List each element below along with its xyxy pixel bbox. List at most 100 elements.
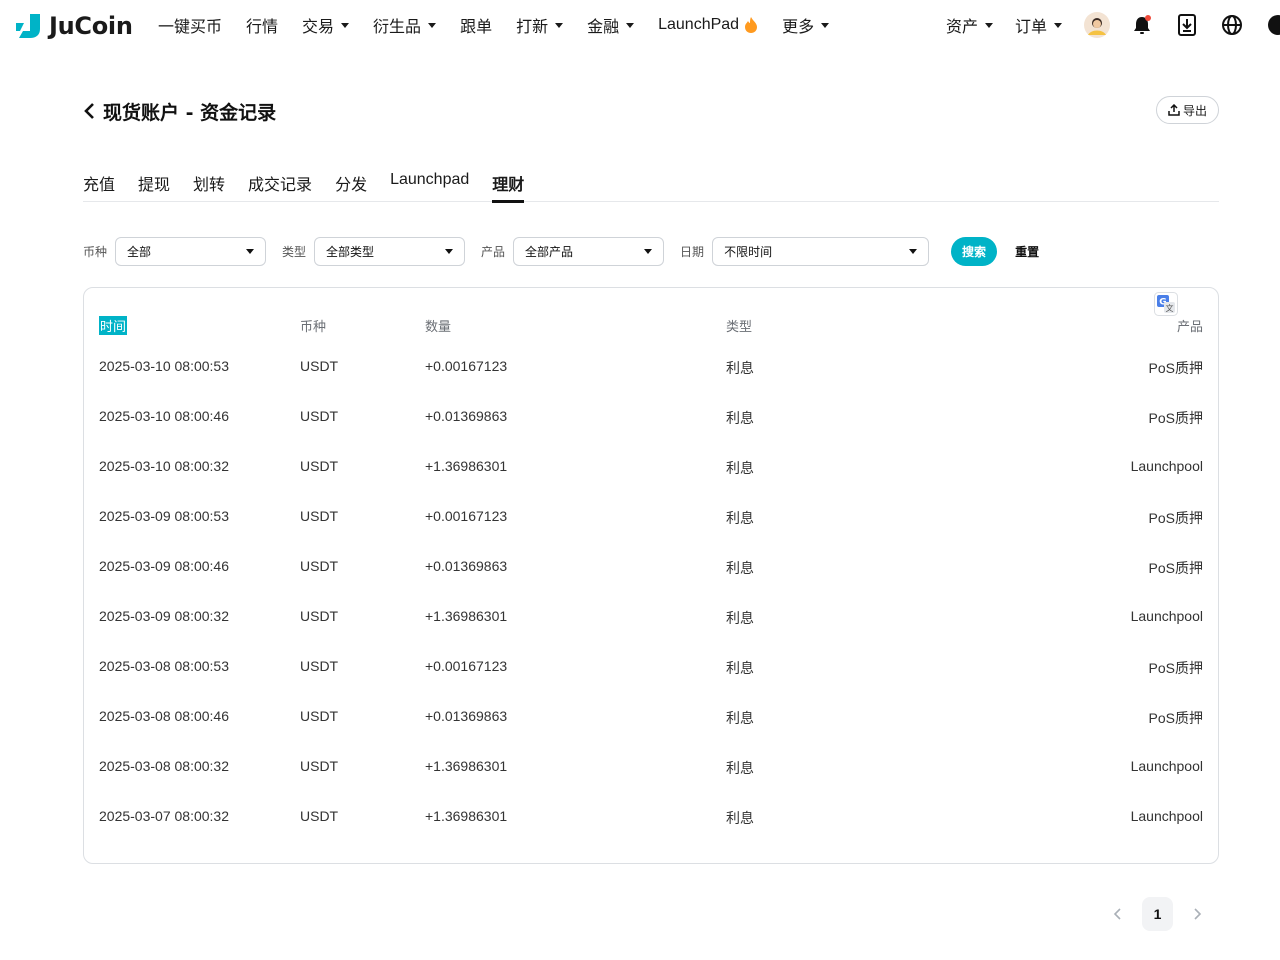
avatar-icon bbox=[1084, 12, 1110, 38]
product-filter-label: 产品 bbox=[481, 244, 506, 259]
table-row: 2025-03-08 08:00:46 USDT +0.01369863 利息 PoS质… bbox=[84, 708, 1218, 758]
coin-select-value: 全部 bbox=[127, 244, 152, 259]
cell-amount: +1.36986301 bbox=[425, 608, 508, 624]
cell-coin: USDT bbox=[300, 608, 339, 624]
nav-item-6[interactable]: 金融 bbox=[587, 13, 635, 37]
cell-amount: +1.36986301 bbox=[425, 758, 508, 774]
cell-coin: USDT bbox=[300, 508, 339, 524]
nav-orders-label: 订单 bbox=[1014, 19, 1047, 36]
tab-5[interactable]: Launchpad bbox=[390, 162, 469, 202]
prev-page-button[interactable] bbox=[1108, 904, 1128, 924]
coin-select[interactable]: 全部 bbox=[115, 236, 267, 266]
next-page-button[interactable] bbox=[1187, 904, 1207, 924]
filter-bar: 币种 全部 类型 全部类型 产品 全部产品 日期 不限时间 搜索 重置 bbox=[83, 236, 1039, 266]
cell-time: 2025-03-09 08:00:32 bbox=[99, 608, 229, 624]
nav-item-label: 金融 bbox=[587, 19, 620, 36]
cell-time: 2025-03-09 08:00:46 bbox=[99, 558, 229, 574]
table-row: 2025-03-08 08:00:32 USDT +1.36986301 利息 Laun… bbox=[84, 758, 1218, 808]
nav-right: 资产 订单 bbox=[946, 0, 1280, 50]
nav-item-label: 跟单 bbox=[460, 19, 493, 36]
avatar[interactable] bbox=[1084, 12, 1110, 38]
nav-item-label: 打新 bbox=[516, 19, 549, 36]
cell-amount: +0.01369863 bbox=[425, 408, 508, 424]
tab-1[interactable]: 提现 bbox=[138, 162, 170, 202]
nav-item-1[interactable]: 行情 bbox=[246, 13, 278, 37]
nav-assets-label: 资产 bbox=[945, 19, 978, 36]
nav-item-label: 衍生品 bbox=[373, 19, 422, 36]
table-row: 2025-03-07 08:00:32 USDT +1.36986301 利息 Laun… bbox=[84, 808, 1218, 858]
cell-product: Launchpool bbox=[1130, 808, 1203, 824]
cell-amount: +1.36986301 bbox=[425, 808, 508, 824]
cell-coin: USDT bbox=[300, 758, 339, 774]
cell-coin: USDT bbox=[300, 358, 339, 374]
translate-icon[interactable]: G 文 bbox=[1154, 292, 1178, 316]
column-header-product[interactable]: 产品 bbox=[1177, 316, 1203, 335]
nav-item-5[interactable]: 打新 bbox=[516, 13, 564, 37]
column-header-type[interactable]: 类型 bbox=[726, 316, 752, 335]
export-button[interactable]: 导出 bbox=[1156, 96, 1219, 124]
column-header-amount[interactable]: 数量 bbox=[425, 316, 451, 335]
cell-amount: +0.00167123 bbox=[425, 658, 508, 674]
tab-3[interactable]: 成交记录 bbox=[248, 162, 312, 202]
nav-item-2[interactable]: 交易 bbox=[302, 13, 350, 37]
cell-time: 2025-03-09 08:00:53 bbox=[99, 508, 229, 524]
cell-time: 2025-03-08 08:00:46 bbox=[99, 708, 229, 724]
date-filter-label: 日期 bbox=[680, 244, 705, 259]
date-select[interactable]: 不限时间 bbox=[712, 236, 930, 266]
nav-item-label: 更多 bbox=[782, 19, 815, 36]
cell-type: 利息 bbox=[726, 360, 754, 376]
nav-orders[interactable]: 订单 bbox=[1015, 13, 1062, 37]
cell-time: 2025-03-10 08:00:53 bbox=[99, 358, 229, 374]
flame-icon bbox=[745, 17, 758, 33]
cell-product: PoS质押 bbox=[1148, 360, 1203, 376]
column-header-coin[interactable]: 币种 bbox=[300, 316, 326, 335]
nav-item-3[interactable]: 衍生品 bbox=[373, 13, 437, 37]
product-select-value: 全部产品 bbox=[525, 244, 574, 259]
nav-item-0[interactable]: 一键买币 bbox=[158, 13, 222, 37]
cell-type: 利息 bbox=[726, 660, 754, 676]
cell-product: PoS质押 bbox=[1148, 560, 1203, 576]
cell-product: Launchpool bbox=[1130, 608, 1203, 624]
search-button[interactable]: 搜索 bbox=[951, 236, 998, 266]
column-header-time[interactable]: 时间 bbox=[99, 316, 128, 335]
caret-down-icon bbox=[909, 248, 918, 254]
tab-0[interactable]: 充值 bbox=[83, 162, 115, 202]
cell-time: 2025-03-10 08:00:32 bbox=[99, 458, 229, 474]
table-row: 2025-03-09 08:00:32 USDT +1.36986301 利息 Laun… bbox=[84, 608, 1218, 658]
chevron-right-icon bbox=[1194, 908, 1202, 920]
cell-amount: +0.01369863 bbox=[425, 558, 508, 574]
type-select[interactable]: 全部类型 bbox=[314, 236, 466, 266]
nav-item-label: 交易 bbox=[302, 19, 335, 36]
page-number-current[interactable]: 1 bbox=[1142, 897, 1173, 931]
tab-4[interactable]: 分发 bbox=[335, 162, 367, 202]
globe-icon[interactable] bbox=[1219, 12, 1245, 38]
chevron-down-icon bbox=[626, 22, 635, 28]
cell-time: 2025-03-08 08:00:53 bbox=[99, 658, 229, 674]
notification-bell-icon[interactable] bbox=[1129, 12, 1155, 38]
nav-item-label: LaunchPad bbox=[658, 16, 740, 33]
brand-logo[interactable]: JuCoin bbox=[15, 12, 133, 40]
theme-icon[interactable] bbox=[1264, 12, 1280, 38]
tab-6[interactable]: 理财 bbox=[492, 162, 525, 203]
export-label: 导出 bbox=[1182, 103, 1207, 118]
svg-text:文: 文 bbox=[1166, 303, 1174, 313]
table-row: 2025-03-10 08:00:46 USDT +0.01369863 利息 PoS质… bbox=[84, 408, 1218, 458]
back-arrow-icon[interactable] bbox=[83, 101, 97, 121]
nav-item-8[interactable]: 更多 bbox=[782, 13, 830, 37]
nav-item-label: 一键买币 bbox=[158, 19, 223, 36]
nav-assets[interactable]: 资产 bbox=[946, 13, 993, 37]
brand-name: JuCoin bbox=[49, 12, 133, 40]
page-title: 现货账户 - 资金记录 bbox=[103, 102, 277, 124]
product-select[interactable]: 全部产品 bbox=[513, 236, 665, 266]
tab-2[interactable]: 划转 bbox=[193, 162, 225, 202]
table-row: 2025-03-08 08:00:53 USDT +0.00167123 利息 PoS质… bbox=[84, 658, 1218, 708]
chevron-down-icon bbox=[1054, 22, 1062, 28]
cell-product: PoS质押 bbox=[1148, 660, 1203, 676]
download-icon[interactable] bbox=[1174, 12, 1200, 38]
jucoin-logo-icon bbox=[16, 14, 40, 38]
nav-item-4[interactable]: 跟单 bbox=[460, 13, 492, 37]
cell-amount: +1.36986301 bbox=[425, 458, 508, 474]
nav-item-7[interactable]: LaunchPad bbox=[658, 16, 758, 34]
reset-button[interactable]: 重置 bbox=[1015, 243, 1039, 260]
cell-coin: USDT bbox=[300, 408, 339, 424]
